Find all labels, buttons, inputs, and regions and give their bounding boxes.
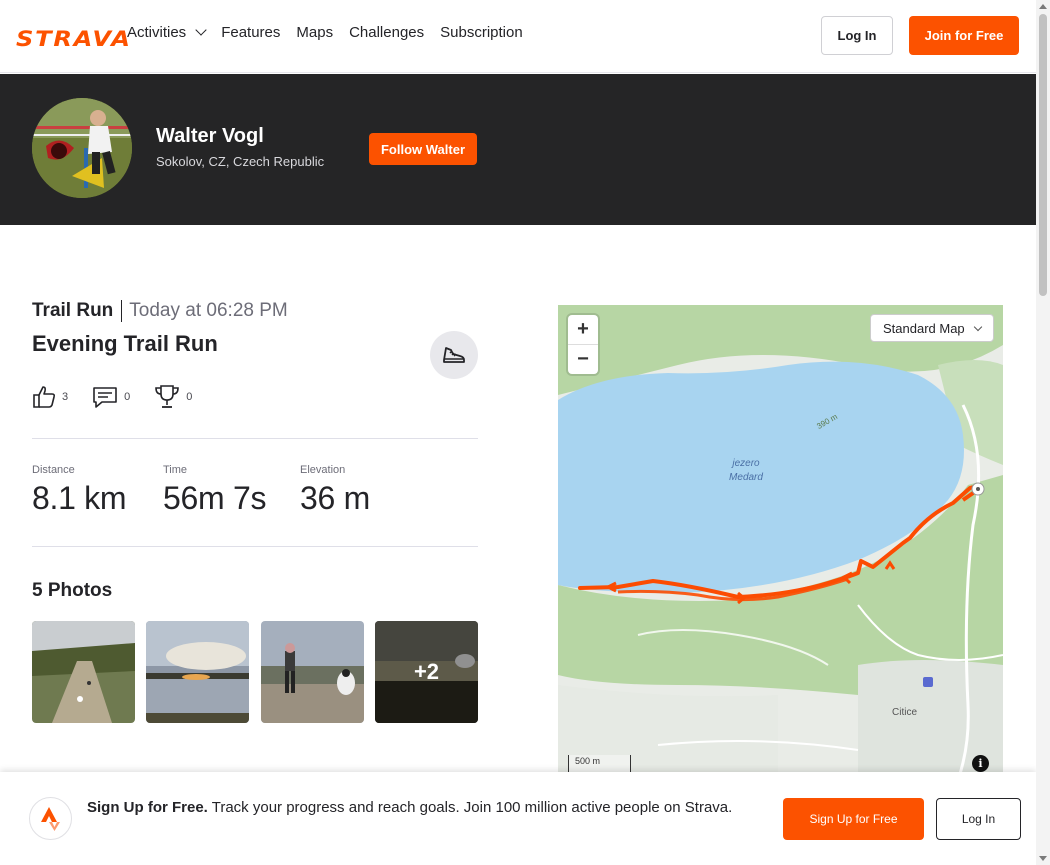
scroll-up-icon[interactable]: [1039, 4, 1047, 9]
stat-time: Time 56m 7s: [163, 464, 266, 517]
nav-subscription[interactable]: Subscription: [440, 24, 523, 41]
stat-distance: Distance 8.1 km: [32, 464, 127, 517]
scroll-thumb[interactable]: [1039, 14, 1047, 296]
lake-label: jezero Medard: [729, 458, 763, 483]
chevron-down-icon: [195, 24, 207, 36]
join-button[interactable]: Join for Free: [909, 16, 1019, 55]
activity-meta: Trail Run Today at 06:28 PM: [32, 300, 288, 322]
chevron-down-icon: [973, 322, 983, 332]
nav-maps[interactable]: Maps: [296, 24, 333, 41]
scrollbar[interactable]: [1036, 0, 1050, 865]
kudos-button[interactable]: 3: [32, 385, 68, 409]
photo-thumbnail[interactable]: +2: [375, 621, 478, 723]
map-scale: 500 m: [568, 755, 631, 773]
zoom-out-button[interactable]: −: [568, 344, 598, 373]
achievements-count: 0: [186, 391, 193, 403]
photos-title: 5 Photos: [32, 580, 113, 601]
trophy-icon: [155, 385, 180, 408]
photo-image: [146, 621, 249, 723]
kudos-count: 3: [62, 391, 69, 403]
photo-thumbnail[interactable]: [32, 621, 135, 723]
strava-chevron-icon: [40, 806, 60, 831]
achievements-button[interactable]: 0: [154, 384, 192, 410]
banner-text: Sign Up for Free. Track your progress an…: [87, 797, 757, 819]
signup-button[interactable]: Sign Up for Free: [783, 798, 924, 840]
stat-label: Time: [163, 464, 188, 476]
athlete-header: Walter Vogl Sokolov, CZ, Czech Republic …: [0, 74, 1036, 225]
banner-body: Track your progress and reach goals. Joi…: [207, 799, 733, 816]
stat-elevation: Elevation 36 m: [300, 464, 370, 517]
nav-challenges[interactable]: Challenges: [349, 24, 424, 41]
follow-button[interactable]: Follow Walter: [369, 133, 477, 165]
avatar-photo: [32, 98, 132, 198]
page: STRAVA Activities Features Maps Challeng…: [0, 0, 1050, 865]
social-stats: 3 0 0: [32, 384, 216, 410]
banner-login-button[interactable]: Log In: [936, 798, 1021, 840]
stat-label: Elevation: [300, 464, 346, 476]
map-style-value: Standard Map: [883, 320, 965, 336]
more-photos-count: +2: [375, 621, 478, 723]
gear-shoe-button[interactable]: [430, 331, 478, 379]
stat-value: 56m 7s: [163, 480, 267, 516]
avatar[interactable]: [32, 98, 132, 198]
divider: [32, 546, 478, 547]
athlete-name[interactable]: Walter Vogl: [156, 125, 264, 148]
divider: [32, 438, 478, 439]
route-map[interactable]: jezero Medard 390 m Citice + − Standard …: [558, 305, 1003, 780]
running-shoe-icon: [443, 347, 465, 363]
nav-features[interactable]: Features: [221, 24, 280, 41]
info-icon[interactable]: i: [972, 755, 989, 772]
thumbs-up-icon: [33, 386, 56, 408]
athlete-location: Sokolov, CZ, Czech Republic: [156, 154, 325, 169]
photo-image: [261, 621, 364, 723]
zoom-controls: + −: [568, 315, 598, 374]
strava-logo[interactable]: STRAVA: [16, 27, 132, 51]
comment-icon: [93, 387, 117, 408]
activity-title: Evening Trail Run: [32, 331, 218, 356]
top-navigation: STRAVA Activities Features Maps Challeng…: [0, 0, 1036, 73]
activity-type: Trail Run: [32, 300, 123, 322]
comments-button[interactable]: 0: [92, 385, 130, 409]
stat-label: Distance: [32, 464, 75, 476]
photo-image: [32, 621, 135, 723]
strava-logo-icon: [29, 797, 72, 840]
stat-value: 36 m: [300, 480, 370, 516]
scroll-down-icon[interactable]: [1039, 856, 1047, 861]
nav-activities[interactable]: Activities: [127, 24, 207, 41]
comments-count: 0: [124, 391, 131, 403]
zoom-in-button[interactable]: +: [568, 315, 598, 344]
town-label: Citice: [892, 707, 918, 718]
stat-value: 8.1 km: [32, 480, 127, 516]
map-canvas: [558, 305, 1003, 780]
photo-thumbnail[interactable]: [146, 621, 249, 723]
nav-links: Activities Features Maps Challenges Subs…: [127, 24, 523, 41]
login-button[interactable]: Log In: [821, 16, 893, 55]
map-style-select[interactable]: Standard Map: [870, 314, 994, 342]
nav-activities-label: Activities: [127, 24, 187, 41]
signup-banner: Sign Up for Free. Track your progress an…: [0, 772, 1036, 865]
activity-time: Today at 06:28 PM: [129, 300, 288, 321]
banner-bold: Sign Up for Free.: [87, 799, 208, 816]
photo-thumbnail[interactable]: [261, 621, 364, 723]
